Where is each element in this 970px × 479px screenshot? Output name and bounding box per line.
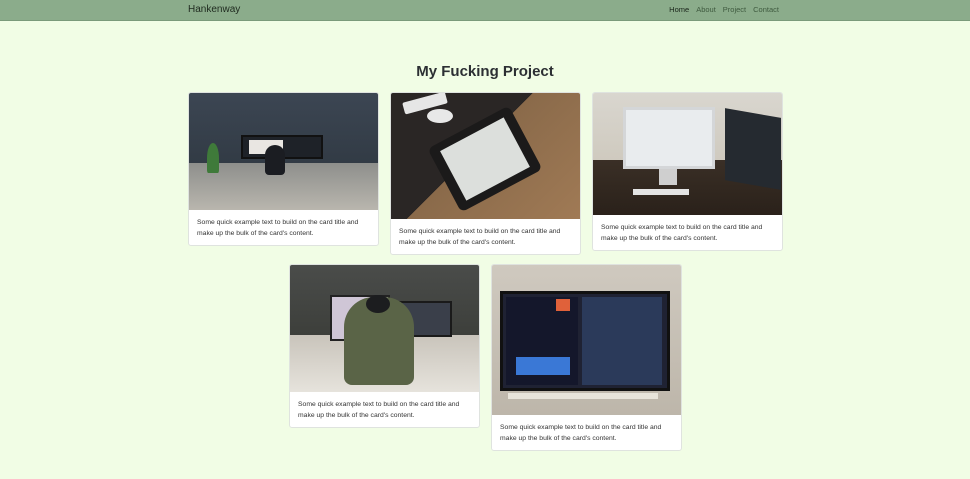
brand-link[interactable]: Hankenway <box>188 4 240 15</box>
card-text: Some quick example text to build on the … <box>500 424 662 442</box>
nav-links: Home About Project Contact <box>669 5 779 14</box>
project-card: Some quick example text to build on the … <box>188 92 379 246</box>
card-image <box>290 265 479 392</box>
nav-link-project[interactable]: Project <box>723 5 746 14</box>
card-image <box>492 265 681 415</box>
nav-link-contact[interactable]: Contact <box>753 5 779 14</box>
card-text: Some quick example text to build on the … <box>298 401 460 419</box>
navbar: Hankenway Home About Project Contact <box>0 0 970 21</box>
project-card: Some quick example text to build on the … <box>592 92 783 251</box>
card-image <box>189 93 378 210</box>
card-text: Some quick example text to build on the … <box>197 219 359 237</box>
project-card: Some quick example text to build on the … <box>390 92 581 255</box>
nav-link-home[interactable]: Home <box>669 5 689 14</box>
card-image <box>391 93 580 219</box>
card-text: Some quick example text to build on the … <box>399 228 561 246</box>
card-image <box>593 93 782 215</box>
nav-link-about[interactable]: About <box>696 5 716 14</box>
page-title: My Fucking Project <box>416 63 554 80</box>
project-card: Some quick example text to build on the … <box>491 264 682 451</box>
card-text: Some quick example text to build on the … <box>601 224 763 242</box>
project-card: Some quick example text to build on the … <box>289 264 480 428</box>
